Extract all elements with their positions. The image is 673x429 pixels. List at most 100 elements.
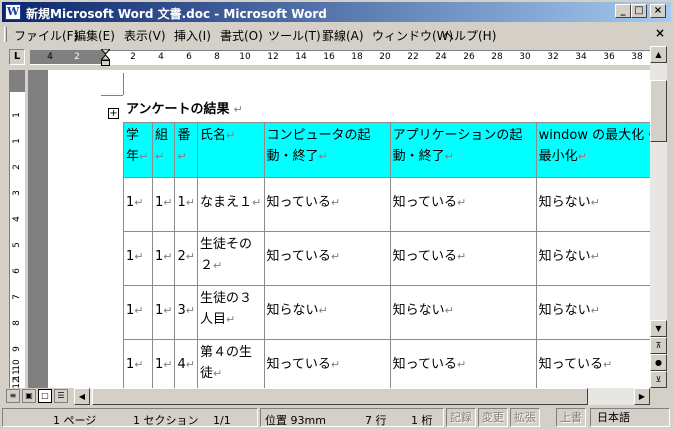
status-language[interactable]: 日本語 [590,408,670,427]
table-cell[interactable]: 知っている↵ [263,339,391,388]
table-cell[interactable]: 知っている↵ [389,339,537,388]
status-trk[interactable]: 変更 [478,408,508,427]
header-cell-app-start[interactable]: アプリケーションの起動・終了↵ [389,122,537,178]
document-page[interactable]: + アンケートの結果 ↵ 学年↵ 組↵ 番↵ 氏名↵ コンピュータの起動・終了↵ … [48,70,650,388]
ruler-label: 26 [463,52,475,62]
table-cell[interactable]: 1↵ [123,285,153,340]
ruler-label: 28 [491,52,503,62]
minimize-button[interactable]: _ [615,4,631,18]
header-cell-number[interactable]: 番↵ [174,122,198,178]
table-cell[interactable]: 1↵ [151,231,176,286]
table-cell[interactable]: 3↵ [174,285,198,340]
indent-marker-icon[interactable] [101,49,110,66]
maximize-button[interactable]: □ [631,4,647,18]
ruler-label: 8 [214,52,220,62]
table-cell[interactable]: 知っている↵ [263,177,391,232]
table-cell[interactable]: 4↵ [174,339,198,388]
status-ovr[interactable]: 上書 [556,408,586,427]
vertical-scroll-thumb[interactable] [650,80,667,142]
header-cell-window-maximize[interactable]: window の最大化・最小化↵ [535,122,650,178]
document-area[interactable]: + アンケートの結果 ↵ 学年↵ 組↵ 番↵ 氏名↵ コンピュータの起動・終了↵ … [28,70,650,388]
header-cell-name[interactable]: 氏名↵ [196,122,265,178]
vruler-label: 7 [12,294,22,300]
menu-tools[interactable]: ツール(T) [268,27,321,44]
table-cell[interactable]: 1↵ [151,339,176,388]
menu-view[interactable]: 表示(V) [124,27,166,44]
horizontal-scrollbar[interactable]: ◀ ▶ [74,388,650,405]
menu-edit[interactable]: 編集(E) [74,27,115,44]
status-line: 7 行 [365,414,387,427]
select-browse-object-button[interactable]: ● [650,354,667,371]
menu-help[interactable]: ヘルプ(H) [442,27,496,44]
tab-selector-button[interactable]: L [9,49,25,65]
status-page-of: 1/1 [213,414,231,427]
scroll-right-button[interactable]: ▶ [634,388,650,405]
scroll-left-button[interactable]: ◀ [74,388,90,405]
table-cell[interactable]: 知っている↵ [263,231,391,286]
table-cell[interactable]: 1↵ [123,177,153,232]
menu-insert[interactable]: 挿入(I) [174,27,211,44]
table-cell[interactable]: 1↵ [151,285,176,340]
previous-page-button[interactable]: ⊼ [650,337,667,354]
next-page-button[interactable]: ⊻ [650,371,667,388]
table-cell[interactable]: 知らない↵ [535,177,650,232]
survey-table[interactable]: 学年↵ 組↵ 番↵ 氏名↵ コンピュータの起動・終了↵ アプリケーションの起動・… [123,122,650,388]
status-column: 1 桁 [411,414,433,427]
document-heading[interactable]: アンケートの結果 ↵ [126,98,243,117]
table-move-handle-icon[interactable]: + [108,108,119,119]
table-cell[interactable]: 知らない↵ [263,285,391,340]
menu-bar: ファイル(F) 編集(E) 表示(V) 挿入(I) 書式(O) ツール(T) 罫… [0,24,673,44]
menu-format[interactable]: 書式(O) [220,27,263,44]
header-cell-computer-start[interactable]: コンピュータの起動・終了↵ [263,122,391,178]
table-cell[interactable]: 1↵ [123,339,153,388]
normal-view-button[interactable]: ≡ [6,389,20,403]
menu-table[interactable]: 罫線(A) [322,27,364,44]
ruler-label: 36 [603,52,615,62]
table-cell[interactable]: 1↵ [151,177,176,232]
word-app-icon[interactable]: W [5,4,21,20]
table-cell[interactable]: 生徒その２↵ [196,231,265,286]
ruler-label: 2 [74,52,80,62]
table-cell[interactable]: 知っている↵ [535,339,650,388]
web-layout-view-button[interactable]: ▣ [22,389,36,403]
table-cell[interactable]: 知っている↵ [389,231,537,286]
table-row: 1↵ 1↵ 1↵ なまえ１↵ 知っている↵ 知っている↵ 知らない↵ 知 [123,177,650,232]
table-cell[interactable]: 1↵ [123,231,153,286]
print-layout-view-button[interactable]: □ [38,389,52,403]
ruler-label: 10 [239,52,251,62]
scroll-up-button[interactable]: ▲ [650,46,667,63]
table-cell[interactable]: 生徒の３人目↵ [196,285,265,340]
table-cell[interactable]: 2↵ [174,231,198,286]
crop-mark [123,73,124,95]
vertical-scrollbar[interactable]: ▲ ▼ ⊼ ● ⊻ [650,46,667,388]
ruler-label: 4 [158,52,164,62]
header-cell-grade[interactable]: 学年↵ [123,122,153,178]
table-cell[interactable]: 知らない↵ [535,231,650,286]
table-cell[interactable]: なまえ１↵ [196,177,265,232]
horizontal-scroll-thumb[interactable] [92,388,588,405]
ruler-label: 14 [295,52,307,62]
scroll-down-button[interactable]: ▼ [650,320,667,337]
horizontal-ruler[interactable]: 4 2 2 4 6 8 10 12 14 16 18 20 22 24 26 2… [30,49,650,66]
menu-bar-grip[interactable] [4,27,7,42]
status-position: 位置 93mm [265,414,326,427]
ruler-label: 6 [186,52,192,62]
ruler-label: 32 [547,52,559,62]
close-button[interactable]: × [650,4,666,18]
table-cell[interactable]: 知らない↵ [389,285,537,340]
vertical-ruler[interactable]: 1 1 2 3 4 5 6 7 8 9 10 11 12 [9,70,25,389]
header-cell-class[interactable]: 組↵ [151,122,176,178]
table-row: 1↵ 1↵ 4↵ 第４の生徒↵ 知っている↵ 知っている↵ 知っている↵ 知 [123,339,650,388]
table-cell[interactable]: 知っている↵ [389,177,537,232]
table-cell[interactable]: 1↵ [174,177,198,232]
table-cell[interactable]: 知らない↵ [535,285,650,340]
status-rec[interactable]: 記録 [446,408,476,427]
vruler-label: 2 [12,164,22,170]
outline-view-button[interactable]: ☰ [54,389,68,403]
table-cell[interactable]: 第４の生徒↵ [196,339,265,388]
status-ext[interactable]: 拡張 [510,408,540,427]
menu-file[interactable]: ファイル(F) [14,27,78,44]
document-close-button[interactable]: × [652,26,668,41]
title-bar[interactable]: W 新規Microsoft Word 文書.doc - Microsoft Wo… [2,2,671,22]
horizontal-scroll-row: ≡ ▣ □ ☰ ◀ ▶ [0,388,673,405]
